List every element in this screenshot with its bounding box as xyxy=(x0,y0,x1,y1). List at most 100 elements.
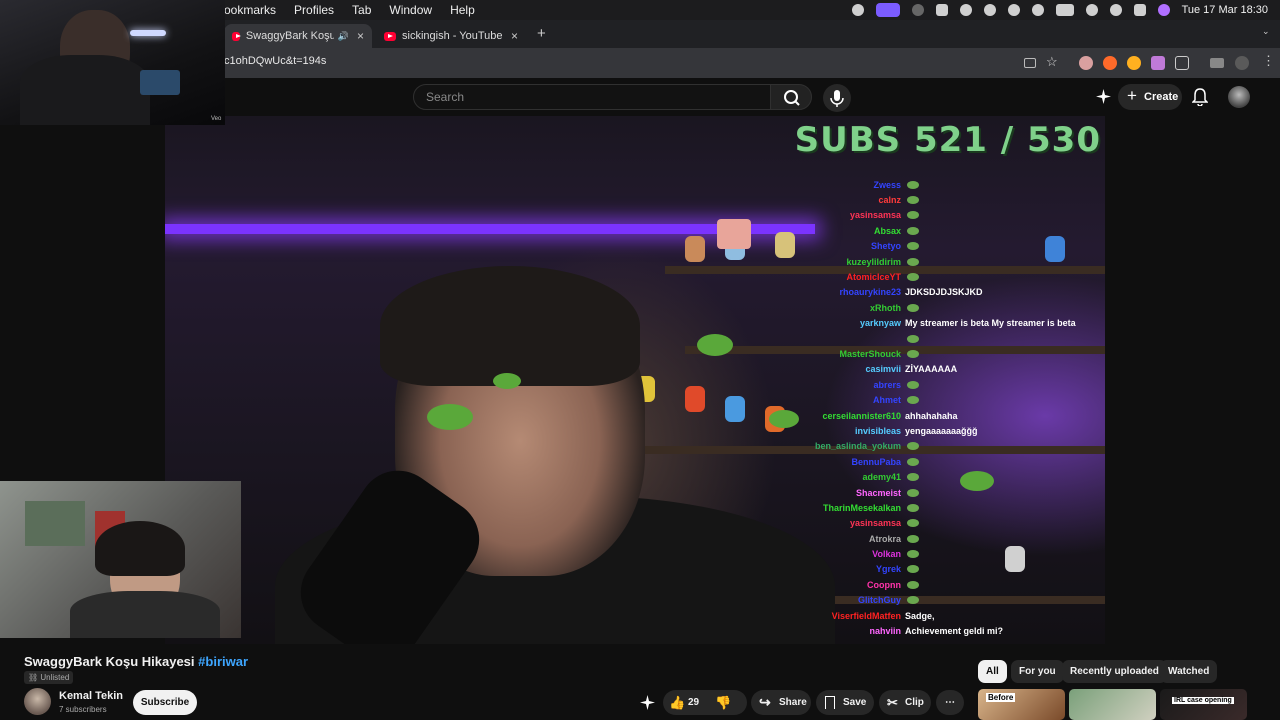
chat-username: calnz xyxy=(878,195,901,206)
chat-message: MasterShouck xyxy=(745,346,1105,361)
pepe-emote-icon xyxy=(907,380,919,389)
browser-menu-icon[interactable]: ⋮ xyxy=(1262,53,1275,69)
driver-body xyxy=(20,55,150,125)
recommended-thumbnail[interactable]: IRL case opening xyxy=(1160,689,1247,720)
tab-search-chevron-icon[interactable]: ⌄ xyxy=(1262,26,1270,37)
menu-help[interactable]: Help xyxy=(450,3,475,17)
bookmark-icon xyxy=(825,696,835,709)
search-input[interactable]: Search xyxy=(413,84,771,110)
pepe-emote-icon xyxy=(907,457,919,466)
notifications-bell-icon[interactable] xyxy=(1191,88,1209,107)
extension-icon-2[interactable] xyxy=(1103,56,1117,70)
pepe-emote-icon xyxy=(907,396,919,405)
battery-icon[interactable] xyxy=(1055,4,1074,16)
headphones-icon[interactable] xyxy=(1031,4,1044,16)
control-center-icon[interactable] xyxy=(1133,4,1146,16)
chip-watched[interactable]: Watched xyxy=(1160,660,1218,683)
wifi-icon[interactable] xyxy=(1085,4,1098,16)
reactor-hair xyxy=(95,521,185,576)
extension-icon-1[interactable] xyxy=(1079,56,1093,70)
extension-icon-3[interactable] xyxy=(1127,56,1141,70)
chat-text: ahhahahaha xyxy=(905,410,958,421)
dislike-button[interactable]: 👎 xyxy=(715,690,731,715)
channel-avatar[interactable] xyxy=(24,688,51,715)
tab-inactive[interactable]: sickingish - YouTube × xyxy=(376,24,526,48)
menu-profiles[interactable]: Profiles xyxy=(294,3,334,17)
chat-username: GlitchGuy xyxy=(857,595,901,606)
tab-active[interactable]: SwaggyBark Koşu Hikayesi 🔊 × xyxy=(224,24,372,48)
status-icon-spotify[interactable] xyxy=(959,4,972,16)
microphone-icon xyxy=(830,90,844,107)
menu-tab[interactable]: Tab xyxy=(352,3,371,17)
status-icon-play[interactable] xyxy=(1007,4,1020,16)
pepe-emote-icon xyxy=(907,534,919,543)
search-icon xyxy=(784,90,800,106)
figurine xyxy=(725,396,745,422)
pepe-emote-icon xyxy=(907,211,919,220)
sub-goal-counter: SUBS 521 / 530 xyxy=(794,120,1101,160)
extensions-puzzle-icon[interactable] xyxy=(1175,56,1189,70)
chat-message: yasinsamsa xyxy=(745,516,1105,531)
bookmark-star-icon[interactable]: ☆ xyxy=(1046,54,1058,70)
recommended-thumbnail[interactable]: Before xyxy=(978,689,1065,720)
url-field[interactable]: c1ohDQwUc&t=194s xyxy=(224,55,326,67)
share-button[interactable]: ↪ Share xyxy=(751,690,811,715)
pepe-emote-icon xyxy=(907,488,919,497)
ask-sparkle-icon[interactable] xyxy=(640,695,655,710)
menu-window[interactable]: Window xyxy=(389,3,432,17)
chat-username: Coopnn xyxy=(867,579,901,590)
clock[interactable]: Tue 17 Mar 18:30 xyxy=(1182,4,1268,16)
menu-bookmarks[interactable]: ookmarks xyxy=(224,3,276,17)
close-tab-icon[interactable]: × xyxy=(357,29,364,43)
status-icon-battery-tool[interactable] xyxy=(935,4,948,16)
recommended-thumbnail[interactable] xyxy=(1069,689,1156,720)
street-light xyxy=(130,30,166,36)
chat-message: nahviin Achievement geldi mi? xyxy=(745,623,1105,638)
account-avatar[interactable] xyxy=(1228,86,1250,108)
chat-username: cerseilannister610 xyxy=(822,410,901,421)
chat-username: ViserfieldMatfen xyxy=(831,610,901,621)
chat-username: invisibleas xyxy=(854,425,901,436)
voice-search-button[interactable] xyxy=(823,84,851,112)
video-player[interactable]: SUBS 521 / 530 Zwess calnz yasinsamsa Absax… xyxy=(165,116,1105,644)
visibility-label: Unlisted xyxy=(40,673,70,682)
chat-message xyxy=(745,331,1105,346)
close-tab-icon[interactable]: × xyxy=(511,29,518,43)
profile-avatar-icon[interactable] xyxy=(1235,56,1249,70)
streamer-hair xyxy=(380,266,640,386)
search-spotlight-icon[interactable] xyxy=(1109,4,1122,16)
create-button[interactable]: Create xyxy=(1118,83,1182,110)
status-icon-screen-recording[interactable] xyxy=(875,3,900,17)
status-icon-1[interactable] xyxy=(851,4,864,16)
chat-username: Ygrek xyxy=(875,564,901,575)
hashtag-link[interactable]: #biriwar xyxy=(198,654,248,669)
share-arrow-icon: ↪ xyxy=(759,694,771,710)
pepe-emote-icon xyxy=(907,519,919,528)
channel-name[interactable]: Kemal Tekin xyxy=(59,690,123,702)
chat-message: ademy41 xyxy=(745,469,1105,484)
subscribe-button[interactable]: Subscribe xyxy=(133,690,197,715)
chat-username: rhoaurykine23 xyxy=(839,287,901,298)
status-icon-dot[interactable] xyxy=(911,4,924,16)
search-button[interactable] xyxy=(770,84,812,110)
new-tab-icon[interactable]: + xyxy=(537,25,546,42)
siri-icon[interactable] xyxy=(1157,4,1170,16)
save-button[interactable]: Save xyxy=(816,690,874,715)
thumbnail-caption: Before xyxy=(986,693,1016,702)
clip-button[interactable]: ✂ Clip xyxy=(879,690,931,715)
install-app-icon[interactable] xyxy=(1024,58,1036,68)
chip-recently-uploaded[interactable]: Recently uploaded xyxy=(1062,660,1167,683)
extension-icon-4[interactable] xyxy=(1151,56,1165,70)
pepe-emote-icon xyxy=(907,442,919,451)
clip-label: Clip xyxy=(905,697,924,708)
status-icon-person[interactable] xyxy=(983,4,996,16)
more-actions-button[interactable]: ⋯ xyxy=(936,690,964,715)
pepe-emote-icon xyxy=(907,503,919,512)
gemini-sparkle-icon[interactable] xyxy=(1096,89,1111,104)
chat-overlay: Zwess calnz yasinsamsa Absax Shetyo kuzeylild… xyxy=(745,177,1105,639)
chip-all[interactable]: All xyxy=(978,660,1007,683)
chip-for-you[interactable]: For you xyxy=(1011,660,1064,683)
media-queue-icon[interactable] xyxy=(1210,58,1224,68)
like-button[interactable]: 👍 xyxy=(669,690,685,715)
speaker-icon[interactable]: 🔊 xyxy=(338,31,349,42)
